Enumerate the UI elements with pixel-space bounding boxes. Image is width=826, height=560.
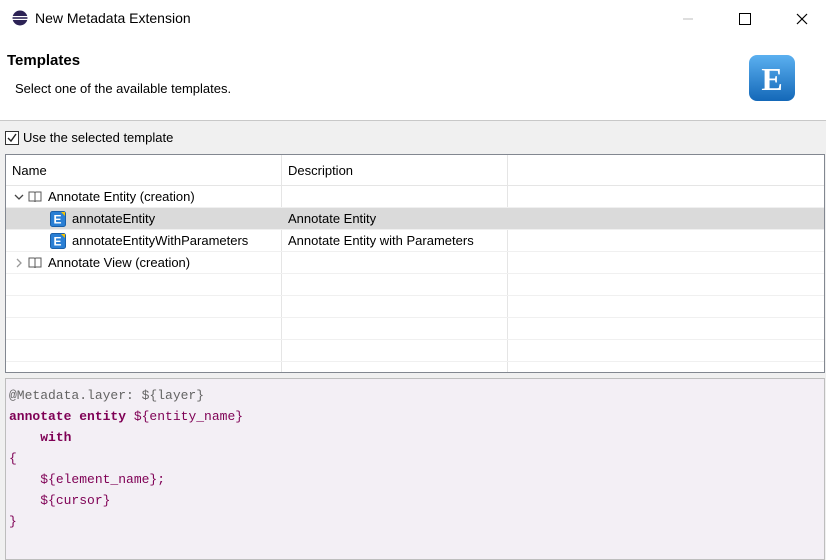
page-description: Select one of the available templates.	[15, 81, 232, 96]
check-mark-icon	[7, 133, 17, 142]
template-preview[interactable]: @Metadata.layer: ${layer} annotate entit…	[5, 378, 825, 560]
template-row[interactable]: E annotateEntityWithParameters Annotate …	[6, 230, 824, 252]
column-header-name[interactable]: Name	[6, 163, 47, 178]
maximize-button[interactable]	[725, 4, 765, 34]
tree-group-row[interactable]: Annotate View (creation)	[6, 252, 824, 274]
svg-text:E: E	[53, 212, 61, 226]
empty-row	[6, 340, 824, 362]
wizard-content: Use the selected template Name Descripti…	[0, 121, 826, 560]
chevron-right-icon[interactable]	[12, 256, 26, 270]
empty-row	[6, 318, 824, 340]
book-icon	[28, 257, 42, 268]
group-name: Annotate Entity (creation)	[48, 189, 195, 204]
window-title: New Metadata Extension	[35, 10, 191, 26]
title-bar: New Metadata Extension	[0, 0, 826, 38]
template-description: Annotate Entity with Parameters	[288, 233, 474, 248]
code-line: @Metadata.layer: ${layer}	[9, 388, 205, 403]
code-line: {	[9, 451, 17, 466]
column-header-description[interactable]: Description	[282, 163, 353, 178]
close-button[interactable]	[782, 4, 822, 34]
extension-logo-icon: E	[749, 55, 795, 101]
template-icon: E	[50, 232, 66, 249]
minimize-icon	[683, 18, 693, 20]
group-name: Annotate View (creation)	[48, 255, 191, 270]
code-line: annotate entity ${entity_name}	[9, 409, 244, 424]
templates-table[interactable]: Name Description Annotate Entity (creati…	[5, 154, 825, 373]
maximize-icon	[739, 13, 751, 25]
code-line: }	[9, 514, 17, 529]
tree-group-row[interactable]: Annotate Entity (creation)	[6, 186, 824, 208]
empty-row	[6, 274, 824, 296]
wizard-banner: Templates Select one of the available te…	[0, 38, 826, 121]
code-line: ${cursor}	[40, 493, 111, 508]
chevron-down-icon[interactable]	[12, 190, 26, 204]
template-row[interactable]: E annotateEntity Annotate Entity	[6, 208, 824, 230]
code-line: with	[40, 430, 72, 445]
close-icon	[796, 13, 808, 25]
svg-text:E: E	[761, 61, 782, 97]
template-name: annotateEntity	[72, 211, 156, 226]
minimize-button[interactable]	[668, 4, 708, 34]
eclipse-app-icon	[12, 10, 28, 26]
template-icon: E	[50, 210, 66, 227]
svg-text:E: E	[53, 234, 61, 248]
use-template-label: Use the selected template	[23, 130, 174, 145]
dialog-window: New Metadata Extension Templates Select …	[0, 0, 826, 560]
code-line: ${element_name};	[40, 472, 166, 487]
book-icon	[28, 191, 42, 202]
use-template-option[interactable]: Use the selected template	[5, 130, 173, 145]
empty-row	[6, 296, 824, 318]
template-name: annotateEntityWithParameters	[72, 233, 249, 248]
table-header: Name Description	[6, 155, 824, 186]
template-description: Annotate Entity	[288, 211, 377, 226]
page-title: Templates	[7, 52, 81, 69]
use-template-checkbox[interactable]	[5, 130, 19, 145]
